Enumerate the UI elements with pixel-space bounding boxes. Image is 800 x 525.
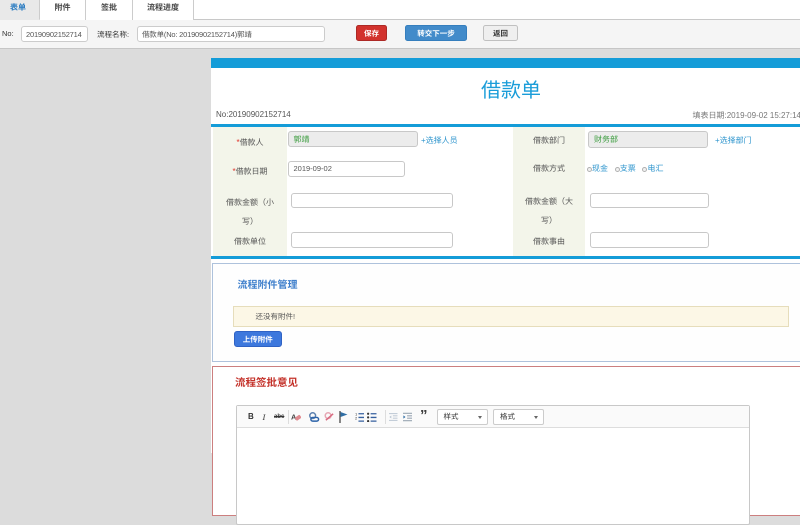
svg-text:2: 2 — [355, 415, 357, 420]
